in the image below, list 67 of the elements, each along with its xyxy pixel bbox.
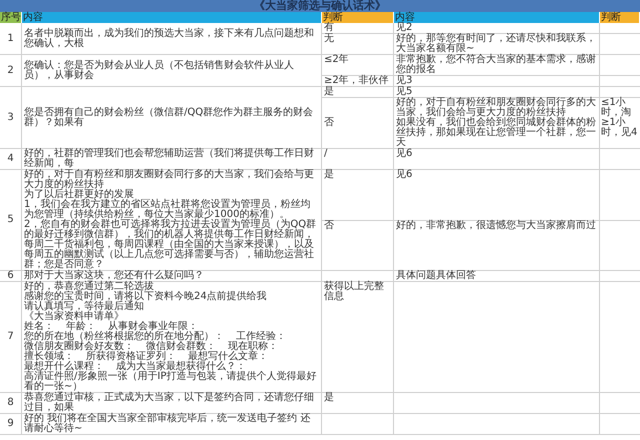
- form-field-label: 所获得资格证罗列：: [86, 352, 176, 362]
- answer-option: 无: [324, 34, 334, 44]
- script-line: 那对于大当家这块，您还有什么疑问吗？: [24, 271, 205, 281]
- form-field-label: 成为大当家最想获得什么？：: [116, 362, 246, 372]
- form-field-label: 擅长领域：: [24, 352, 74, 362]
- row-number: 2: [7, 66, 14, 76]
- answer-option: /: [324, 149, 328, 159]
- row-number: 5: [7, 215, 14, 225]
- reply-text: 见2: [396, 22, 412, 33]
- next-step-text: ≥1小时，见4: [601, 117, 638, 138]
- reply-text: 好的，那等您有时间了，还请尽快和我联系，大当家名额有限~: [396, 33, 596, 54]
- script-line: 您是否拥有自己的财会粉丝（微信群/QQ群您作为群主服务的财会群）？如果有: [24, 108, 314, 128]
- row-number: 3: [7, 112, 14, 122]
- form-field-label: 姓名：: [24, 322, 54, 332]
- form-field-label: 高清证件照/形象照一张（用于IP打造与包装，请提供个人觉得最好看的一张~）: [24, 372, 318, 392]
- form-field-label: 微信财会群数：: [146, 342, 216, 352]
- script-line: 《大当家资料申请单》: [24, 312, 124, 322]
- answer-option: 是: [324, 87, 334, 97]
- form-field-label: 工作经验：: [236, 332, 286, 342]
- column-header: 判断: [600, 12, 640, 23]
- row-number: 8: [7, 398, 14, 408]
- answer-option: 是: [324, 393, 334, 403]
- answer-option: 否: [324, 220, 334, 230]
- row-number: 4: [7, 154, 14, 164]
- script-line: 恭喜您通过审核，正式成为大当家，以下是签约合同，还请您仔细过目，如果: [24, 393, 315, 413]
- script-line: 请认真填写，等待最后通知: [24, 302, 145, 312]
- reply-text: 见6: [396, 148, 412, 159]
- form-field-label: 最想写什么文章：: [188, 352, 268, 362]
- script-line: 好的，社群的管理我们也会帮您辅助运营（我们将提供每工作日财经新闻，每: [24, 149, 315, 169]
- form-field-label: 从事财会事业年限：: [108, 322, 198, 332]
- form-field-label: 您的所在地（粉丝将根据您的所在地分配）：: [24, 332, 224, 342]
- answer-option: ≤2年: [324, 55, 349, 65]
- answer-option: 有: [324, 23, 334, 33]
- script-line: 好的，恭喜您通过第二轮选拔: [24, 282, 154, 292]
- answer-option: ≥2年，非伙伴: [324, 76, 389, 86]
- reply-text: 好的，非常抱歉，很遗憾您与大当家擦肩而过: [396, 220, 596, 230]
- form-field-label: 年龄：: [66, 322, 96, 332]
- row-number: 9: [7, 419, 14, 429]
- script-line: 好的 我们将在全国大当家全部审核完毕后，统一发送电子签约 还请耐心等待~: [24, 414, 312, 434]
- reply-text: 见5: [396, 86, 412, 97]
- script-line: 2，您自有的财会群也可选择将我方拉进去设置为管理员（为QQ群的最好迁移到微信群），我们的机器人将提供每工作日财经新闻，每周二干货福利包，每周四课程（由全国的大当家来授课），以及每周五的幽默测试（以上几点您可选择需要与否），辅助您运营社群；您是否同意？: [24, 220, 318, 270]
- script-line: 您确认：您是否为财会从业人员（不包括销售财会软件从业人员），从事财会: [24, 60, 295, 80]
- reply-text: 见6: [396, 169, 412, 180]
- column-header: 序号: [0, 12, 22, 23]
- row-number: 1: [7, 34, 14, 44]
- script-line: 感谢您的宝贵时间，请将以下资料今晚24点前提供给我: [24, 292, 268, 302]
- reply-text: 具体问题具体回答: [396, 270, 476, 281]
- column-header: 判断: [322, 12, 394, 23]
- next-step-text: ≤1小时，淘: [601, 97, 631, 118]
- column-header: 内容: [394, 12, 600, 23]
- form-field-label: 微信朋友圈财会好友数：: [24, 342, 134, 352]
- form-field-label: 现在职称：: [228, 342, 278, 352]
- answer-option: 是: [324, 170, 334, 180]
- row-number: 7: [7, 332, 14, 342]
- reply-text: 见3: [396, 75, 412, 86]
- script-line: 1，我们会在我方建立的省区站点社群将您设置为管理员，粉丝均为您管理（持续供给粉丝，每位大当家最少1000的标准）。: [24, 200, 310, 220]
- reply-text: 如果没有，我们也会给到您同城财会群体的粉丝扶持，那如果现在让您管理一个社群，您一天: [396, 117, 596, 148]
- script-line: 名者中脱颖而出，成为我们的预选大当家，接下来有几点问题想和您确认，大根: [24, 28, 315, 48]
- script-line: 为了以后社群更好的发展: [24, 190, 134, 200]
- column-header: 内容: [22, 12, 322, 23]
- answer-option: 否: [324, 118, 334, 128]
- answer-option: 获得以上完整信息: [324, 282, 391, 302]
- script-line: 好的，对于自有粉丝和朋友圈财会同行多的大当家，我们会给与更大力度的粉丝扶持: [24, 170, 315, 190]
- form-field-label: 最想开什么课程：: [24, 362, 104, 372]
- row-number: 6: [7, 271, 14, 281]
- reply-text: 非常抱歉，您不符合大当家的基本需求，感谢您的报名: [396, 54, 596, 75]
- reply-text: 好的，对于自有粉丝和朋友圈财会同行多的大当家，我们会给与更大力度的粉丝扶持: [396, 97, 596, 118]
